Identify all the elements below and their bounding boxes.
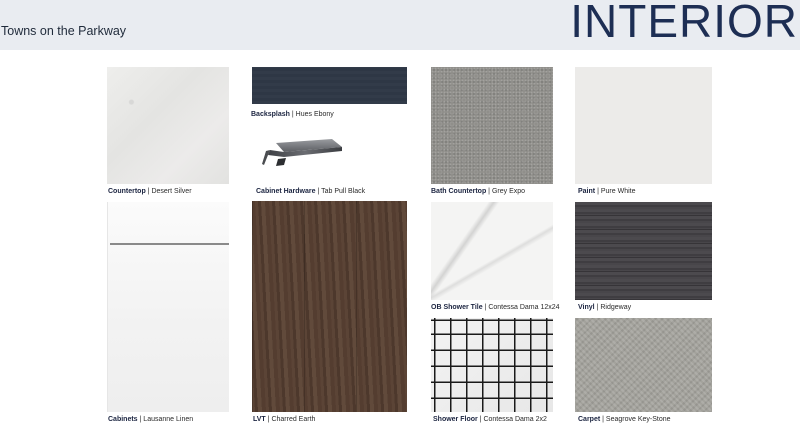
label-name: Cabinets <box>108 416 138 423</box>
label-paint: Paint | Pure White <box>578 188 635 195</box>
label-name: Countertop <box>108 188 146 195</box>
label-value: Charred Earth <box>271 416 316 423</box>
label-name: Vinyl <box>578 304 595 311</box>
label-cabinet-hardware: Cabinet Hardware | Tab Pull Black <box>256 188 365 195</box>
label-separator: | <box>147 188 150 195</box>
label-separator: | <box>139 416 142 423</box>
label-value: Hues Ebony <box>295 111 334 118</box>
label-name: Paint <box>578 188 596 195</box>
tab-pull-icon <box>262 139 342 166</box>
swatch-shower-floor <box>431 318 553 412</box>
label-separator: | <box>602 416 604 423</box>
label-vinyl: Vinyl | Ridgeway <box>578 304 631 311</box>
header-bar: Towns on the Parkway INTERIOR <box>0 0 800 50</box>
label-cabinets: Cabinets | Lausanne Linen <box>108 416 193 423</box>
label-value: Desert Silver <box>151 188 192 195</box>
label-value: Tab Pull Black <box>321 188 366 195</box>
label-value: Pure White <box>600 188 636 195</box>
label-value: Lausanne Linen <box>143 416 194 423</box>
page-subtitle: Towns on the Parkway <box>1 24 127 38</box>
cabinet-door-seam <box>110 243 229 245</box>
label-name: Bath Countertop <box>431 188 487 195</box>
label-value: Ridgeway <box>600 304 632 311</box>
label-separator: | <box>488 188 490 195</box>
label-separator: | <box>484 304 487 311</box>
label-separator: | <box>267 416 270 423</box>
label-value: Seagrove Key-Stone <box>605 416 671 423</box>
swatch-carpet <box>575 318 712 412</box>
label-separator: | <box>317 188 320 195</box>
swatch-cabinet-hardware <box>262 137 344 169</box>
label-lvt: LVT | Charred Earth <box>253 416 315 423</box>
swatch-vinyl <box>575 202 712 300</box>
label-carpet: Carpet | Seagrove Key-Stone <box>578 416 671 423</box>
label-name: OB Shower Tile <box>431 304 483 311</box>
label-name: Backsplash <box>251 111 290 118</box>
label-value: Contessa Dama 12x24 <box>488 304 560 311</box>
swatch-bath-countertop <box>431 67 553 184</box>
swatch-countertop <box>107 67 229 184</box>
label-value: Contessa Dama 2x2 <box>483 416 547 423</box>
swatch-ob-shower-tile <box>431 202 553 300</box>
label-name: Shower Floor <box>433 416 478 423</box>
swatch-lvt <box>252 201 407 412</box>
swatch-backsplash <box>252 67 407 104</box>
label-separator: | <box>597 188 599 195</box>
label-bath-countertop: Bath Countertop | Grey Expo <box>431 188 525 195</box>
swatch-paint <box>575 67 712 184</box>
label-separator: | <box>479 416 482 423</box>
label-name: LVT <box>253 416 266 423</box>
label-countertop: Countertop | Desert Silver <box>108 188 192 195</box>
label-name: Cabinet Hardware <box>256 188 316 195</box>
label-backsplash: Backsplash | Hues Ebony <box>251 111 334 118</box>
label-name: Carpet <box>578 416 601 423</box>
label-separator: | <box>596 304 599 311</box>
label-shower-floor: Shower Floor | Contessa Dama 2x2 <box>433 416 547 423</box>
label-separator: | <box>291 111 294 118</box>
label-ob-shower-tile: OB Shower Tile | Contessa Dama 12x24 <box>431 304 560 311</box>
page-title: INTERIOR <box>570 0 798 47</box>
label-value: Grey Expo <box>491 188 526 195</box>
swatch-cabinets <box>107 202 229 412</box>
